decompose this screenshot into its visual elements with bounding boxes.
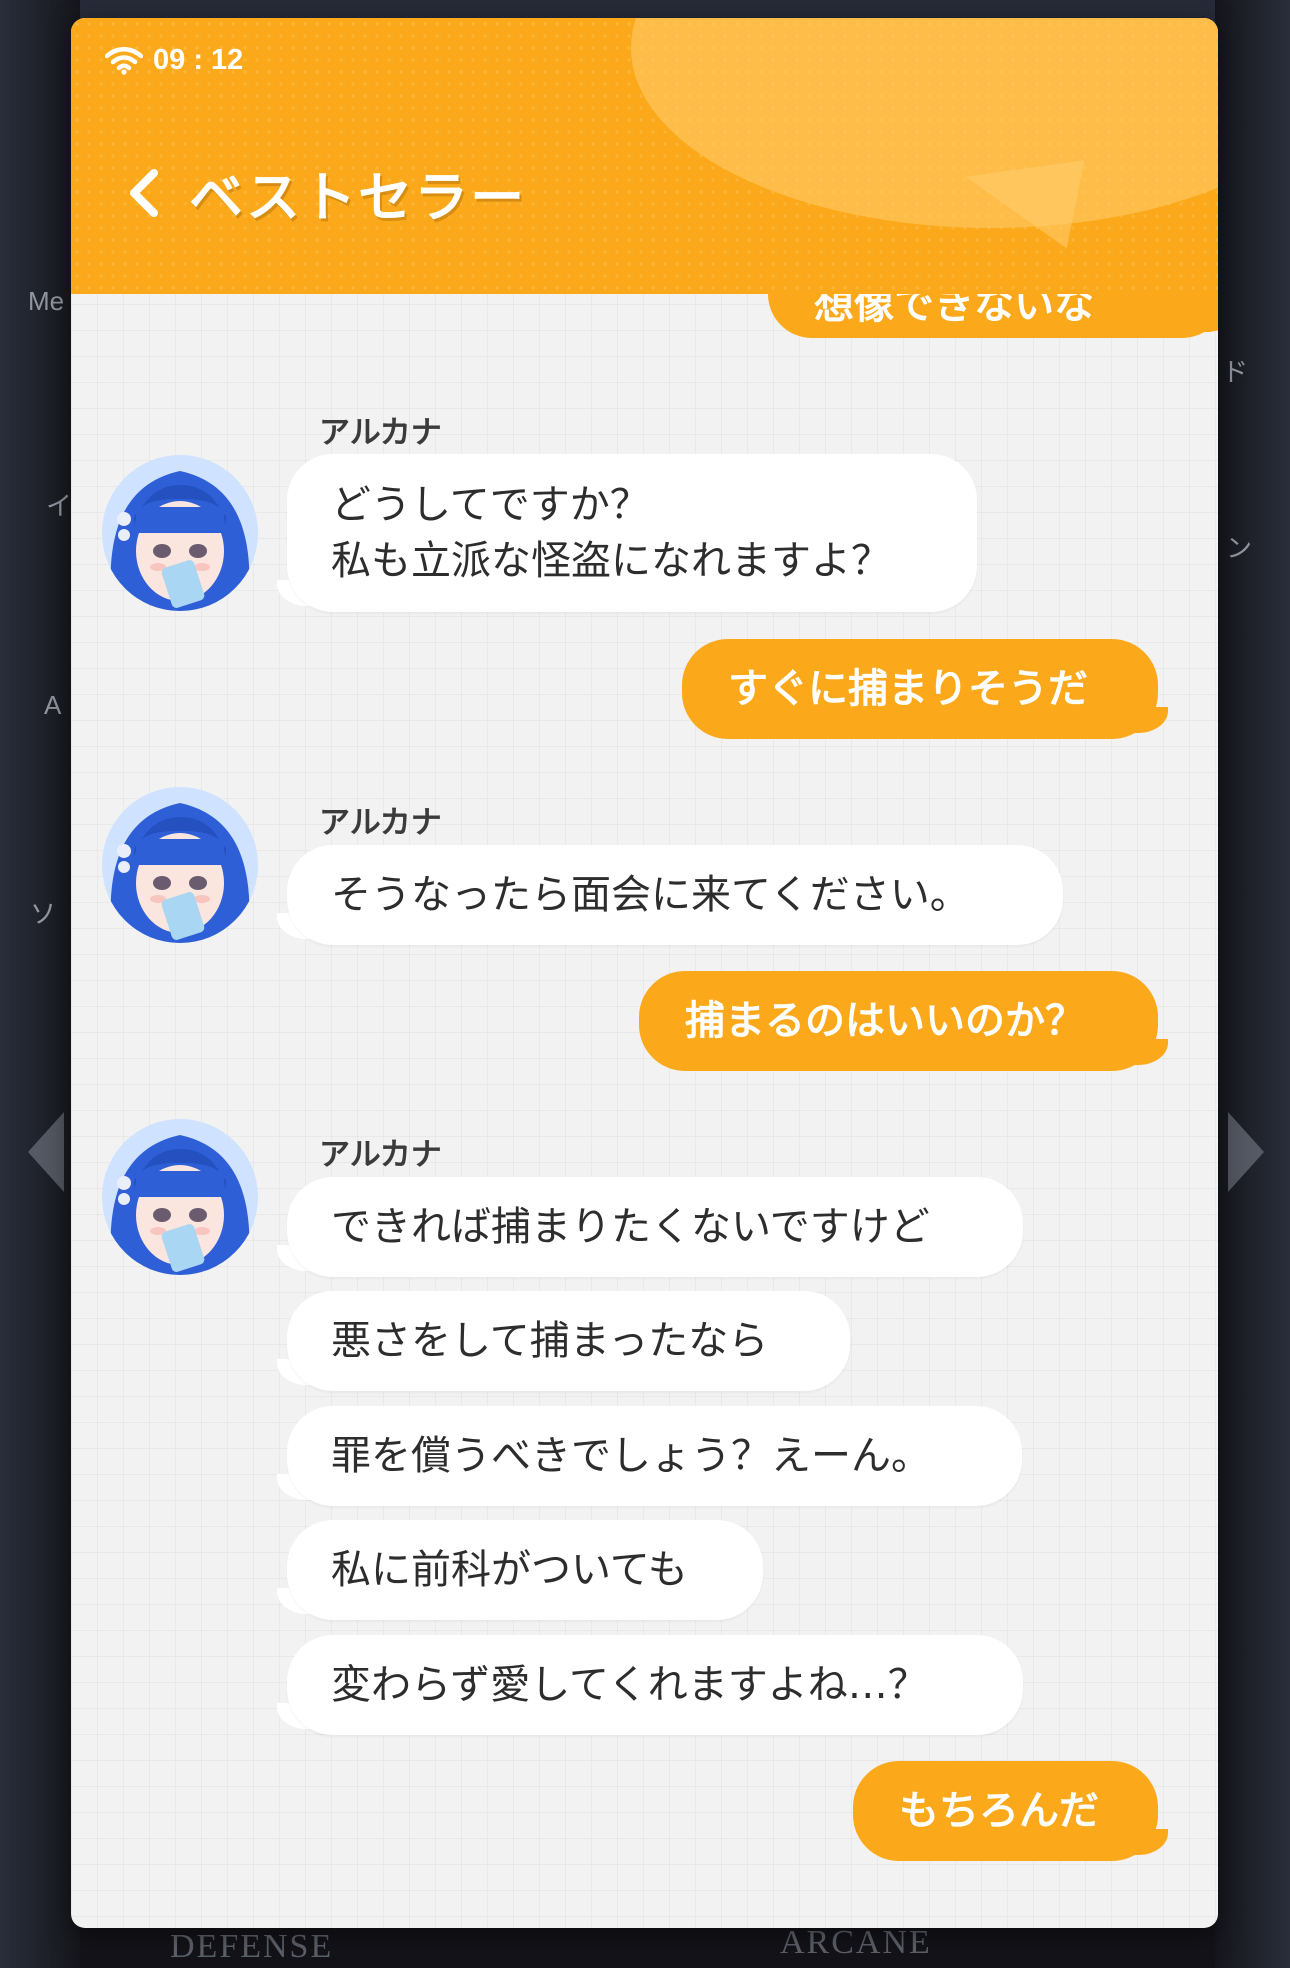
character-portrait-icon <box>102 1119 258 1275</box>
character-portrait-icon <box>102 455 258 611</box>
page-title: ベストセラー <box>189 166 527 229</box>
background-right-arrow-icon <box>1228 1112 1264 1192</box>
status-bar: 09 : 12 <box>105 44 243 77</box>
message-text: すぐに捕まりそうだ <box>728 666 1088 712</box>
message-text-block: どうしてですか？ 私も立派な怪盗になれますよ？ <box>331 477 891 589</box>
incoming-message: 罪を償うべきでしょう？えーん。 <box>277 1406 1022 1506</box>
sender-name: アルカナ <box>319 415 442 451</box>
message-text: 変わらず愛してくれますよね…？ <box>331 1662 928 1708</box>
incoming-message: 悪さをして捕まったなら <box>277 1291 850 1391</box>
background-label: ン <box>1226 533 1253 563</box>
bubble-tail <box>1134 707 1168 733</box>
bubble-tail <box>277 913 311 939</box>
message-text: 私も立派な怪盗になれますよ？ <box>331 538 891 584</box>
incoming-message: 私に前科がついても <box>277 1520 763 1620</box>
incoming-message: できれば捕まりたくないですけど <box>277 1177 1023 1277</box>
message-text: もちろんだ <box>899 1788 1099 1834</box>
background-label: A <box>44 690 62 720</box>
background-label: ソ <box>30 899 57 929</box>
avatar[interactable] <box>102 1119 258 1275</box>
background-footer-label: DEFENSE <box>170 1928 334 1965</box>
background-label: ド <box>1222 357 1249 387</box>
background-footer-label: ARCANE <box>780 1924 932 1961</box>
avatar[interactable] <box>102 787 258 943</box>
speech-bubble-tail-decoration <box>965 160 1097 261</box>
bubble-tail <box>277 1245 311 1271</box>
sender-name: アルカナ <box>319 1137 442 1173</box>
message-text: できれば捕まりたくないですけど <box>331 1204 930 1250</box>
chat-header: 09 : 12 ベストセラー <box>71 18 1218 294</box>
wifi-icon <box>105 46 143 75</box>
incoming-message: そうなったら面会に来てください。 <box>277 845 1063 945</box>
message-text: 悪さをして捕まったなら <box>331 1318 769 1364</box>
background-left-arrow-icon <box>28 1112 64 1192</box>
bubble-tail <box>1134 1039 1168 1065</box>
message-text: そうなったら面会に来てください。 <box>331 872 970 918</box>
bubble-tail <box>277 580 311 606</box>
incoming-message: どうしてですか？ 私も立派な怪盗になれますよ？ <box>277 454 977 612</box>
character-portrait-icon <box>102 787 258 943</box>
bubble-tail <box>277 1703 311 1729</box>
bubble-tail <box>277 1588 311 1614</box>
bubble-tail <box>1202 306 1218 332</box>
avatar[interactable] <box>102 455 258 611</box>
clock-time: 09 : 12 <box>153 44 244 76</box>
incoming-message: 変わらず愛してくれますよね…？ <box>277 1635 1023 1735</box>
chat-log[interactable]: 想像できないな アルカナ どうしてですか？ 私も立派な怪盗になれますよ？ すぐに… <box>71 18 1218 1928</box>
message-text: 捕まるのはいいのか？ <box>685 998 1085 1044</box>
bubble-tail <box>1134 1829 1168 1855</box>
message-text: どうしてですか？ <box>331 482 650 528</box>
chat-panel: 想像できないな アルカナ どうしてですか？ 私も立派な怪盗になれますよ？ すぐに… <box>71 18 1218 1928</box>
bubble-tail <box>277 1359 311 1385</box>
header-title-row: ベストセラー <box>121 153 526 232</box>
message-text: 私に前科がついても <box>331 1547 688 1593</box>
speech-bubble-decoration <box>631 18 1218 228</box>
bubble-tail <box>277 1474 311 1500</box>
background-label: イ <box>46 491 73 521</box>
sender-name: アルカナ <box>319 805 442 841</box>
chevron-left-icon <box>130 168 158 217</box>
outgoing-message: すぐに捕まりそうだ <box>682 639 1168 739</box>
background-label: Me <box>28 286 65 316</box>
back-button[interactable] <box>121 163 167 223</box>
background-right-edge <box>1215 0 1290 1968</box>
message-text: 罪を償うべきでしょう？えーん。 <box>331 1433 931 1479</box>
outgoing-message: もちろんだ <box>853 1761 1168 1861</box>
outgoing-message: 捕まるのはいいのか？ <box>639 971 1168 1071</box>
